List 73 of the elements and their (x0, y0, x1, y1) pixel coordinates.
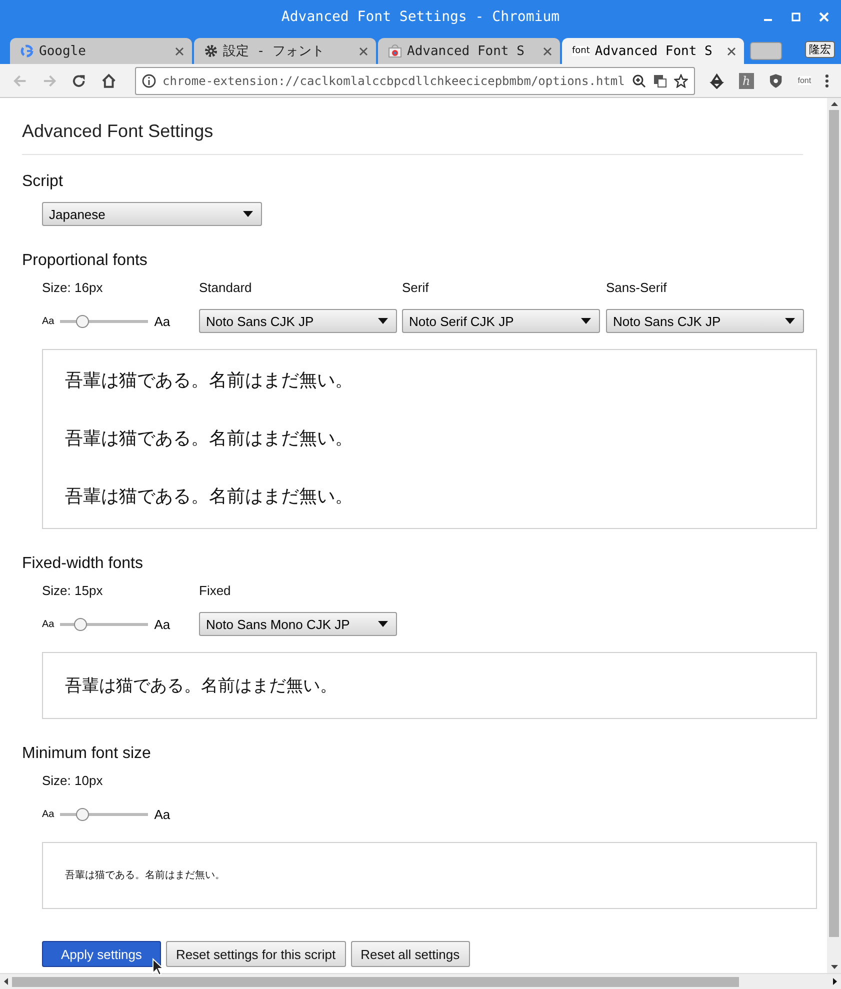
sample-text: 吾輩は猫である。名前はまだ無い。 (65, 675, 338, 696)
sample-text: 吾輩は猫である。名前はまだ無い。 (65, 870, 226, 882)
section-title: Proportional fonts (22, 252, 148, 270)
url-text: chrome-extension://caclkomlalccbpcdllchkeecicepbmbm/options.html (162, 74, 625, 88)
close-icon[interactable] (359, 46, 368, 56)
font-dropdown[interactable]: Noto Sans CJK JP (606, 309, 804, 333)
scroll-right-icon (833, 978, 837, 985)
scroll-up-icon (830, 102, 838, 106)
profile-button[interactable]: 隆宏 (805, 40, 835, 58)
home-icon[interactable] (100, 72, 116, 88)
star-icon[interactable] (674, 74, 688, 88)
shield-icon[interactable] (768, 72, 784, 88)
small-sample-label: Aa (42, 808, 54, 820)
font-label: Fixed (199, 583, 232, 599)
size-label: Size: 15px (42, 583, 104, 599)
close-icon[interactable] (175, 46, 184, 56)
caret-icon (243, 211, 253, 217)
menu-icon[interactable] (825, 72, 829, 88)
sample-text: 吾輩は猫である。名前はまだ無い。 (65, 485, 354, 507)
browser-tab[interactable]: Advanced Font S (378, 38, 560, 64)
section-title: Minimum font size (22, 745, 152, 763)
page-heading: Advanced Font Settings (22, 120, 214, 143)
large-sample-label: Aa (154, 314, 170, 328)
browser-tab[interactable]: 設定 - フォント (194, 38, 376, 64)
sample-text: 吾輩は猫である。名前はまだ無い。 (65, 369, 354, 391)
small-sample-label: Aa (42, 618, 54, 630)
size-label: Size: 10px (42, 773, 104, 789)
font-dropdown[interactable]: Noto Sans Mono CJK JP (199, 612, 397, 636)
scroll-thumb[interactable] (12, 976, 739, 986)
gear-icon (204, 44, 218, 58)
close-icon[interactable] (727, 46, 736, 56)
slider-thumb[interactable] (76, 314, 90, 328)
caret-icon (378, 621, 388, 627)
vertical-scrollbar[interactable] (827, 98, 841, 973)
font-label: Standard (199, 280, 253, 296)
scroll-left-icon (4, 978, 8, 985)
sample-text: 吾輩は猫である。名前はまだ無い。 (65, 427, 354, 449)
slider-thumb[interactable] (74, 618, 88, 630)
size-label: Size: 16px (42, 280, 104, 296)
maximize-icon[interactable] (791, 12, 801, 22)
translate-icon[interactable] (652, 74, 667, 88)
extension-button[interactable]: h (738, 72, 754, 88)
browser-tab[interactable]: font Advanced Font S (562, 38, 744, 64)
font-dropdown[interactable]: Noto Serif CJK JP (402, 309, 600, 333)
font-label: Serif (402, 280, 430, 296)
caret-icon (785, 318, 795, 324)
small-sample-label: Aa (42, 316, 54, 326)
apply-button[interactable]: Apply settings (42, 941, 161, 967)
horizontal-scrollbar[interactable] (0, 973, 841, 989)
font-dropdown[interactable]: Noto Sans CJK JP (199, 309, 397, 333)
large-sample-label: Aa (154, 616, 170, 632)
window-title: Advanced Font Settings - Chromium (281, 9, 560, 25)
caret-icon (378, 318, 388, 324)
caret-icon (581, 318, 591, 324)
reset-button[interactable]: Reset all settings (350, 941, 470, 967)
section-title: Script (22, 173, 64, 191)
reload-icon[interactable] (71, 72, 87, 88)
slider-thumb[interactable] (76, 808, 90, 820)
store-icon (388, 44, 402, 58)
scroll-down-icon (830, 965, 838, 969)
close-icon[interactable] (543, 46, 552, 56)
section-title: Fixed-width fonts (22, 555, 144, 573)
browser-tab[interactable]: Google (10, 38, 192, 64)
address-bar[interactable]: chrome-extension://caclkomlalccbpcdllchkeecicepbmbm/options.html (134, 66, 695, 94)
info-icon (142, 74, 156, 88)
scroll-thumb[interactable] (829, 110, 839, 937)
zoom-icon[interactable] (632, 74, 646, 88)
script-dropdown[interactable]: Japanese (42, 202, 262, 226)
extension-button[interactable]: font (798, 76, 812, 85)
favicon: font (572, 46, 590, 56)
font-label: Sans-Serif (606, 280, 668, 296)
large-sample-label: Aa (154, 806, 170, 822)
reset-button[interactable]: Reset settings for this script (166, 941, 346, 967)
